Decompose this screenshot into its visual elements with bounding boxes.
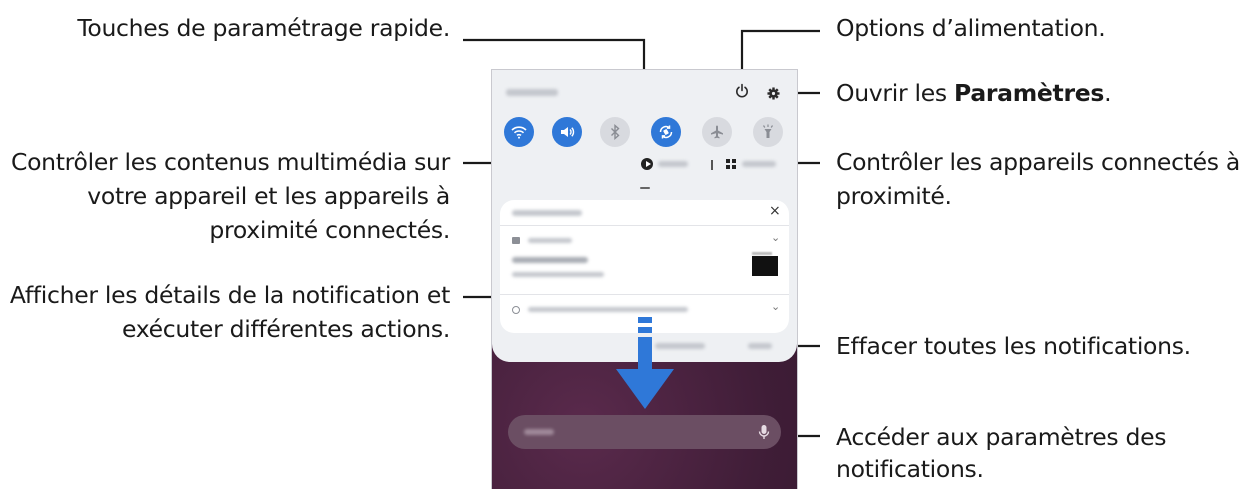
label-details-line2: exécuter différentes actions. <box>122 315 450 343</box>
auto-rotate-icon[interactable] <box>651 117 681 147</box>
notification-thumbnail <box>752 256 778 276</box>
label-notification-settings-line1: Accéder aux paramètres des <box>836 423 1167 451</box>
sound-icon[interactable] <box>552 117 582 147</box>
drag-handle[interactable] <box>640 187 650 189</box>
devices-button[interactable] <box>726 158 786 172</box>
app-icon <box>512 306 520 314</box>
label-power-options: Options d’alimentation. <box>836 14 1106 42</box>
label-quick-settings: Touches de paramétrage rapide. <box>77 14 450 42</box>
flashlight-icon[interactable] <box>753 117 783 147</box>
label-open-settings: Ouvrir les Paramètres. <box>836 79 1112 107</box>
label-clear-all: Effacer toutes les notifications. <box>836 332 1191 360</box>
grid-icon <box>726 159 736 169</box>
phone-screen: × ⌄ ⌄ <box>491 69 798 489</box>
notification-group-card[interactable]: × ⌄ ⌄ <box>500 200 789 333</box>
label-media-line2: votre appareil et les appareils à <box>87 182 450 210</box>
wifi-icon[interactable] <box>504 117 534 147</box>
bluetooth-icon[interactable] <box>600 117 630 147</box>
play-icon <box>641 158 653 170</box>
clear-all-button[interactable] <box>748 343 772 349</box>
swipe-down-arrow-icon <box>613 317 677 411</box>
label-devices-line1: Contrôler les appareils connectés à <box>836 148 1240 176</box>
image-icon <box>512 237 520 244</box>
media-output-button[interactable] <box>641 158 701 172</box>
power-icon[interactable] <box>734 83 750 99</box>
label-details-line1: Afficher les détails de la notification … <box>9 281 450 309</box>
label-devices-line2: proximité. <box>836 182 952 210</box>
date-text <box>506 89 558 96</box>
microphone-icon[interactable] <box>758 424 770 440</box>
finder-search-bar[interactable] <box>508 415 781 449</box>
chevron-down-icon[interactable]: ⌄ <box>771 300 780 313</box>
close-icon[interactable]: × <box>769 203 781 219</box>
airplane-mode-icon[interactable] <box>702 117 732 147</box>
chevron-down-icon[interactable]: ⌄ <box>771 231 780 244</box>
gear-icon[interactable] <box>767 85 780 100</box>
label-media-line1: Contrôler les contenus multimédia sur <box>10 148 450 176</box>
label-notification-settings-line2: notifications. <box>836 455 984 483</box>
label-media-line3: proximité connectés. <box>209 216 450 244</box>
row-divider <box>711 160 713 170</box>
